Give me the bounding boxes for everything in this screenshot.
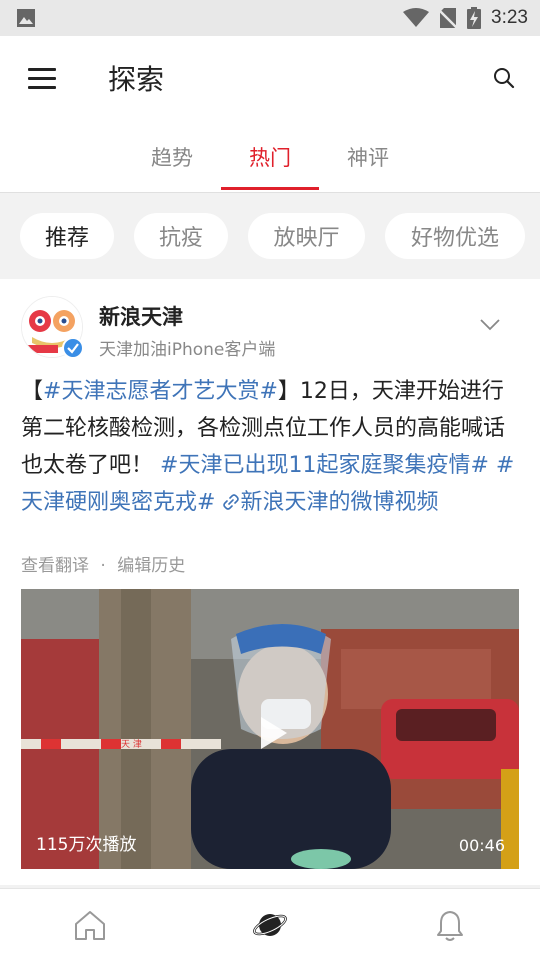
- video-duration: 00:46: [458, 836, 505, 855]
- meta-separator: ·: [100, 556, 106, 576]
- tab-indicator: [221, 187, 319, 190]
- chevron-down-icon[interactable]: [480, 319, 500, 331]
- view-translation-link[interactable]: 查看翻译: [21, 556, 89, 576]
- status-time: 3:23: [491, 7, 528, 28]
- post-source: 天津加油iPhone客户端: [99, 340, 276, 360]
- home-icon[interactable]: [72, 907, 108, 943]
- chip-recommended[interactable]: 推荐: [20, 213, 114, 259]
- search-icon[interactable]: [492, 66, 516, 90]
- battery-charging-icon: [467, 7, 482, 29]
- hashtag-link[interactable]: #天津志愿者才艺大赏#: [43, 379, 278, 404]
- bracket-open: 【: [21, 379, 44, 404]
- video-link[interactable]: 新浪天津的微博视频: [222, 490, 438, 515]
- chip-anti-epidemic[interactable]: 抗疫: [134, 213, 228, 259]
- tab-trending[interactable]: 趋势: [151, 142, 193, 172]
- notification-bell-icon[interactable]: [432, 907, 468, 943]
- link-icon: [223, 494, 240, 510]
- category-chips: 推荐 抗疫 放映厅 好物优选: [0, 193, 540, 279]
- wifi-icon: [403, 8, 430, 27]
- page-title: 探索: [108, 63, 165, 96]
- post-meta: 查看翻译 · 编辑历史: [21, 551, 185, 576]
- video-player[interactable]: 天 津 115万次播放 00:46: [21, 589, 519, 869]
- menu-icon[interactable]: [28, 68, 56, 90]
- play-icon[interactable]: [243, 705, 299, 761]
- tab-bar: 趋势 热门 神评: [0, 120, 540, 193]
- app-bar: 探索: [0, 36, 540, 120]
- status-bar: 3:23: [0, 0, 540, 36]
- hashtag-link[interactable]: #天津已出现11起家庭聚集疫情#: [160, 453, 489, 478]
- post-card: 新浪天津 天津加油iPhone客户端 【#天津志愿者才艺大赏#】12日，天津开始…: [0, 279, 540, 885]
- video-view-count: 115万次播放: [36, 835, 137, 855]
- explore-planet-icon[interactable]: [252, 907, 288, 943]
- image-notification-icon: [17, 9, 35, 27]
- banner-text: 天 津: [121, 739, 142, 750]
- chip-good-picks[interactable]: 好物优选: [385, 213, 525, 259]
- post-text: 【#天津志愿者才艺大赏#】12日，天津开始进行第二轮核酸检测，各检测点位工作人员…: [21, 373, 523, 521]
- no-sim-icon: [439, 8, 458, 29]
- verified-badge-icon: [62, 337, 84, 359]
- post-username[interactable]: 新浪天津: [99, 301, 183, 331]
- tab-top-comments[interactable]: 神评: [347, 142, 389, 172]
- edit-history-link[interactable]: 编辑历史: [117, 556, 185, 576]
- tab-hot[interactable]: 热门: [249, 142, 291, 172]
- bottom-navigation: [0, 888, 540, 961]
- chip-screening-hall[interactable]: 放映厅: [248, 213, 365, 259]
